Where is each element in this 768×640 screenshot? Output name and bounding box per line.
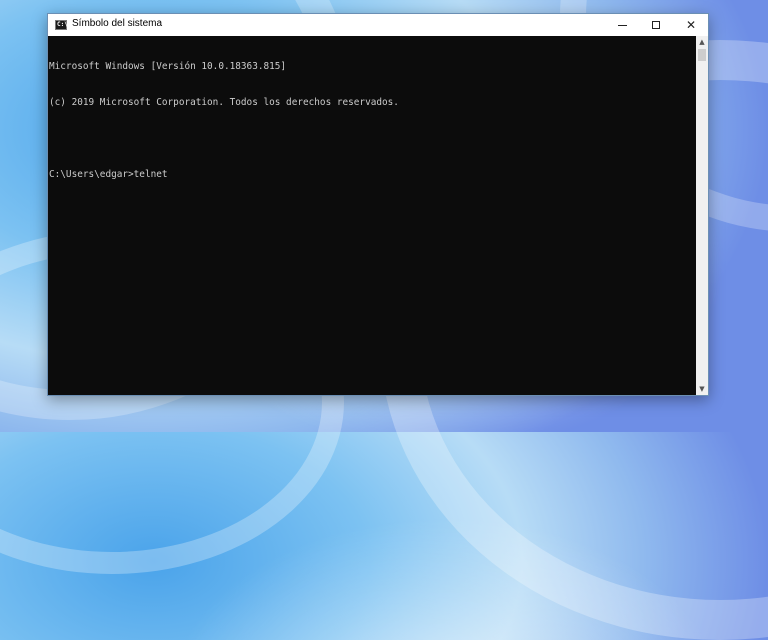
command-prompt-window: C:\ Símbolo del sistema ✕ Microsoft Wind… bbox=[47, 13, 709, 396]
title-bar[interactable]: C:\ Símbolo del sistema ✕ bbox=[48, 14, 708, 36]
close-button[interactable]: ✕ bbox=[674, 14, 708, 36]
minimize-icon bbox=[617, 24, 627, 26]
scroll-up-button[interactable]: ▲ bbox=[696, 36, 708, 48]
chevron-down-icon: ▼ bbox=[699, 385, 705, 393]
minimize-button[interactable] bbox=[605, 14, 639, 36]
window-title: Símbolo del sistema bbox=[72, 18, 163, 29]
scroll-down-button[interactable]: ▼ bbox=[696, 383, 708, 395]
console-line: (c) 2019 Microsoft Corporation. Todos lo… bbox=[49, 97, 399, 108]
console-output[interactable]: Microsoft Windows [Versión 10.0.18363.81… bbox=[48, 36, 696, 395]
close-icon: ✕ bbox=[685, 18, 697, 32]
vertical-scrollbar[interactable]: ▲ ▼ bbox=[696, 36, 708, 395]
console-prompt-line[interactable]: C:\Users\edgar>telnet bbox=[49, 169, 696, 181]
chevron-up-icon: ▲ bbox=[699, 38, 705, 46]
maximize-button[interactable] bbox=[639, 14, 673, 36]
maximize-icon bbox=[652, 21, 660, 29]
console-line: Microsoft Windows [Versión 10.0.18363.81… bbox=[49, 61, 287, 72]
scrollbar-thumb[interactable] bbox=[698, 49, 706, 61]
cmd-app-icon[interactable]: C:\ bbox=[55, 20, 68, 30]
